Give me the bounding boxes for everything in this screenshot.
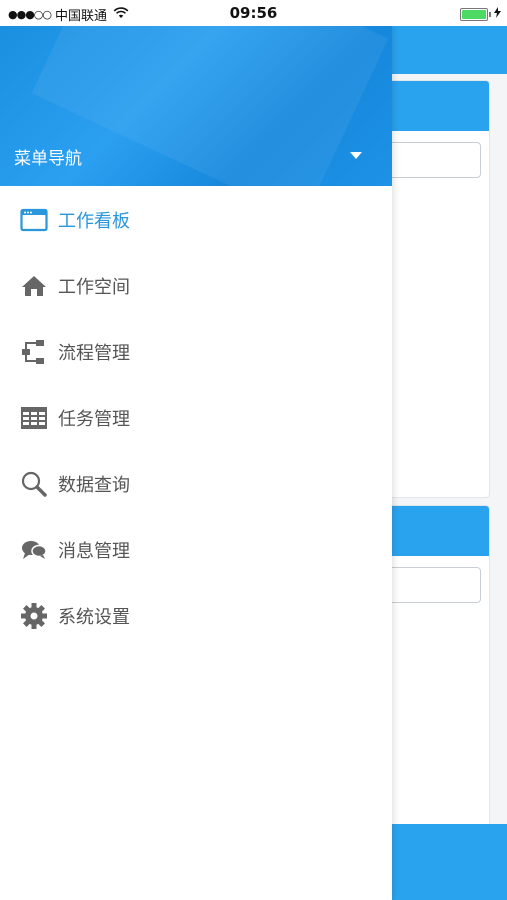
drawer-title: 菜单导航 [14,149,82,169]
menu-item-label: 消息管理 [58,541,130,562]
chat-icon [20,536,48,564]
menu-item-workspace[interactable]: 工作空间 [0,253,392,319]
menu-item-messages[interactable]: 消息管理 [0,517,392,583]
status-right [460,7,501,21]
battery-icon [460,7,491,21]
charging-icon [494,7,501,21]
dashboard-icon [20,206,48,234]
flow-icon [20,338,48,366]
background-card-header [381,506,489,556]
menu-item-label: 工作看板 [58,211,130,232]
menu-item-process[interactable]: 流程管理 [0,319,392,385]
side-drawer: 菜单导航 工作看板 工作空间 流程管理 任务管理 数据查询 消息管理 系统设置 [0,26,392,900]
menu-list: 工作看板 工作空间 流程管理 任务管理 数据查询 消息管理 系统设置 [0,187,392,649]
background-card [380,80,490,498]
table-icon [20,404,48,432]
status-bar: ●●●○○ 中国联通 09:56 [0,0,507,26]
background-card-header [381,81,489,131]
drawer-header[interactable]: 菜单导航 [0,26,392,186]
menu-item-label: 工作空间 [58,277,130,298]
gear-icon [20,602,48,630]
menu-item-dashboard[interactable]: 工作看板 [0,187,392,253]
menu-item-label: 数据查询 [58,475,130,496]
background-card [380,505,490,827]
menu-item-label: 流程管理 [58,343,130,364]
background-navbar [390,26,507,74]
search-icon [20,470,48,498]
menu-item-label: 任务管理 [58,409,130,430]
menu-item-label: 系统设置 [58,607,130,628]
background-bottom-bar [390,824,507,900]
clock: 09:56 [229,4,278,22]
background-input[interactable] [381,142,481,178]
home-icon [20,272,48,300]
caret-down-icon[interactable] [350,152,362,159]
background-input[interactable] [381,567,481,603]
menu-item-data-query[interactable]: 数据查询 [0,451,392,517]
menu-item-tasks[interactable]: 任务管理 [0,385,392,451]
menu-item-settings[interactable]: 系统设置 [0,583,392,649]
